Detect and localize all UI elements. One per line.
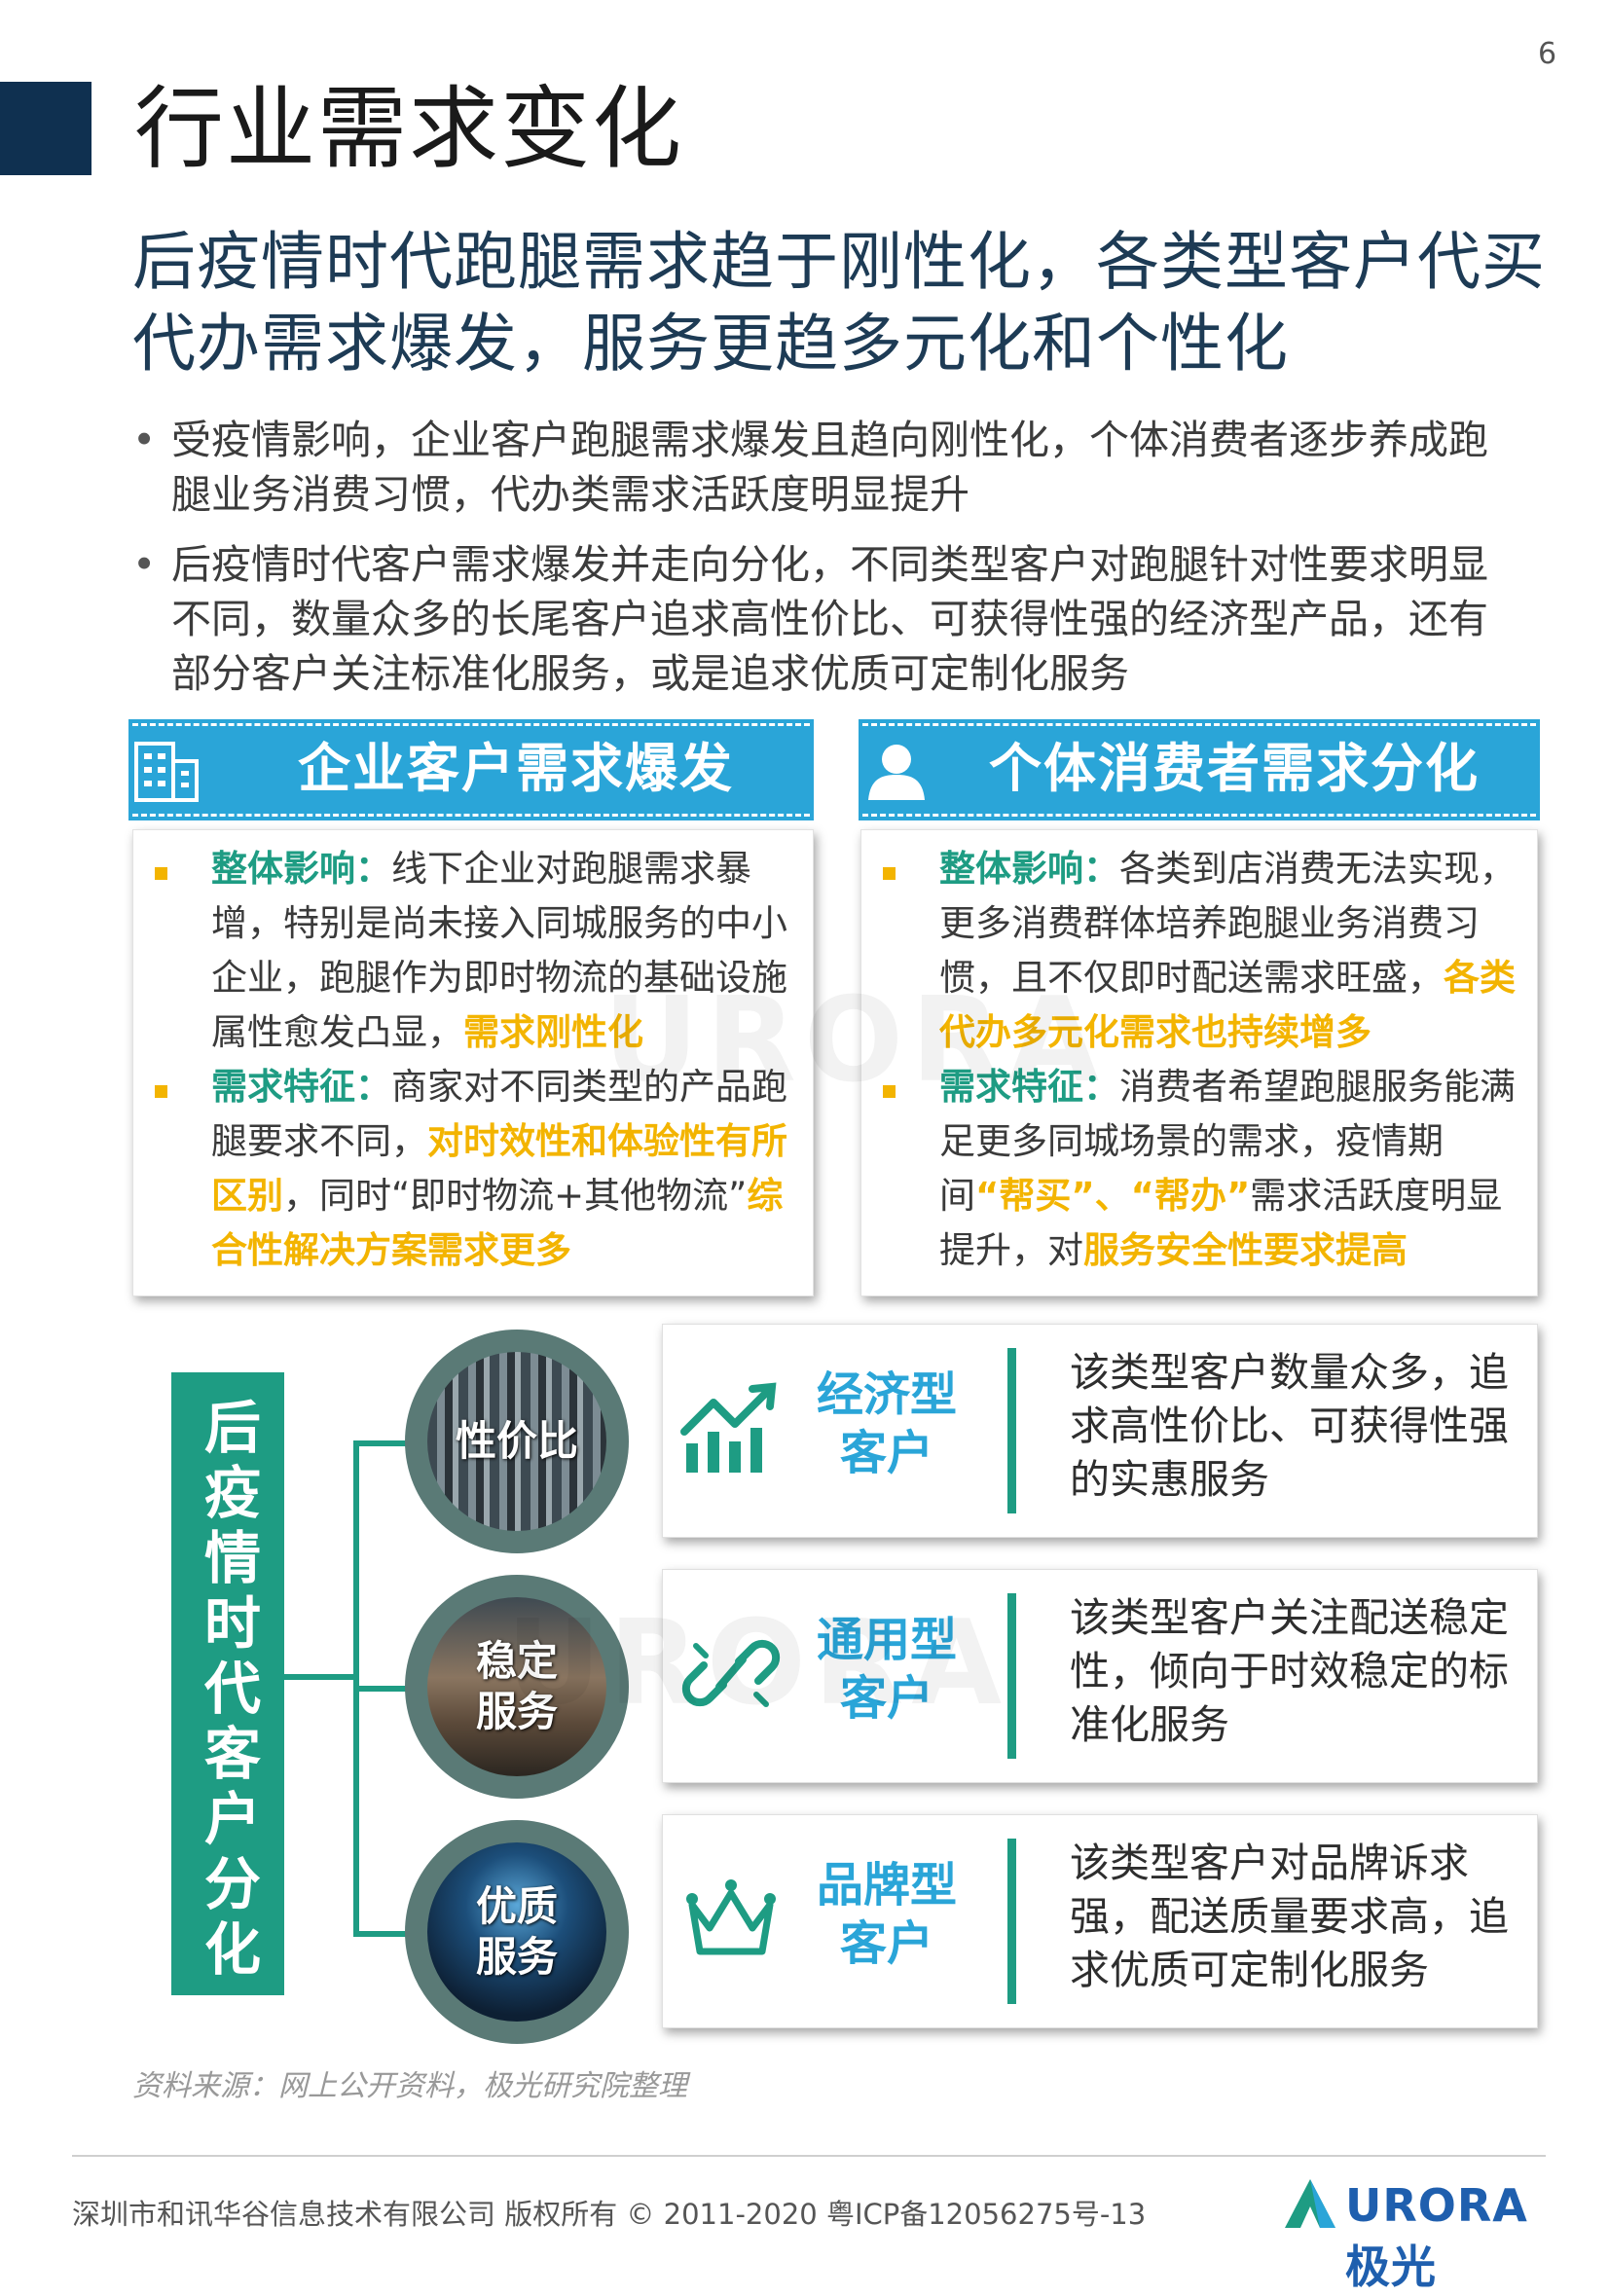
- bullet-square: [155, 867, 167, 880]
- customer-type-name: 品牌型 客户: [816, 1858, 957, 1971]
- bullet-item: 受疫情影响，企业客户跑腿需求爆发且趋向刚性化，个体消费者逐步养成跑腿业务消费习惯…: [127, 413, 1518, 522]
- bullet-square: [883, 867, 896, 880]
- circle-label: 服务: [475, 1933, 558, 1981]
- circle-label: 优质: [475, 1882, 558, 1930]
- title-accent-bar: [0, 82, 91, 175]
- page-title: 行业需求变化: [134, 77, 684, 181]
- overall-impact-label: 整体影响：: [939, 848, 1119, 890]
- watermark: URORA: [506, 1596, 1010, 1731]
- individual-section-title: 个体消费者需求分化: [989, 738, 1480, 799]
- overall-impact-label: 整体影响：: [211, 848, 391, 890]
- footer-divider: [72, 2155, 1546, 2157]
- source-note: 资料来源：网上公开资料，极光研究院整理: [132, 2069, 687, 2103]
- economy-customer-card: 经济型 客户 该类型客户数量众多，追求高性价比、可获得性强的实惠服务: [662, 1324, 1538, 1538]
- building-icon: [134, 742, 199, 802]
- product-shelf-image: 性价比: [427, 1352, 606, 1531]
- footer-copyright: 深圳市和讯华谷信息技术有限公司 版权所有 © 2011-2020 粤ICP备12…: [72, 2198, 1147, 2231]
- customer-type-description: 该类型客户对品牌诉求强，配送质量要求高，追求优质可定制化服务: [1070, 1840, 1509, 1993]
- headline: 后疫情时代跑腿需求趋于刚性化，各类型客户代买代办需求爆发，服务更趋多元化和个性化: [132, 226, 1547, 381]
- brand-logo: URORA极光: [1281, 2175, 1544, 2293]
- customer-type-name: 经济型 客户: [816, 1367, 957, 1480]
- customer-type-description: 该类型客户数量众多，追求高性价比、可获得性强的实惠服务: [1070, 1349, 1509, 1503]
- demand-feature-highlight: “帮买”、“帮办”: [975, 1175, 1251, 1217]
- customer-type-description: 该类型客户关注配送稳定性，倾向于时效稳定的标准化服务: [1070, 1594, 1509, 1748]
- demand-feature-label: 需求特征：: [211, 1066, 391, 1108]
- crown-icon: [686, 1879, 776, 1955]
- divider-bar: [1007, 1348, 1016, 1513]
- connector-line: [353, 1440, 408, 1446]
- bullet-square: [155, 1085, 167, 1098]
- demand-feature-highlight: 服务安全性要求提高: [1083, 1229, 1408, 1271]
- segment-vertical-label: 后疫情时代客户分化: [171, 1372, 284, 1995]
- watermark: URORA: [603, 973, 1108, 1109]
- demand-feature-text: ，同时“即时物流+其他物流”: [283, 1175, 748, 1217]
- aurora-logo-icon: [1285, 2179, 1335, 2228]
- bullet-list: 受疫情影响，企业客户跑腿需求爆发且趋向刚性化，个体消费者逐步养成跑腿业务消费习惯…: [127, 413, 1518, 716]
- value-circle: 性价比: [405, 1330, 629, 1553]
- vertical-label-text: 后疫情时代客户分化: [195, 1397, 261, 1985]
- individual-section-header: 个体消费者需求分化: [859, 719, 1540, 820]
- enterprise-section-title: 企业客户需求爆发: [298, 738, 734, 799]
- page-number: 6: [1538, 37, 1557, 71]
- brand-name: URORA极光: [1345, 2179, 1528, 2293]
- quality-circle: 优质 服务: [405, 1820, 629, 2044]
- person-icon: [868, 745, 925, 800]
- bar-chart-trend-icon: [680, 1382, 777, 1473]
- bullet-item: 后疫情时代客户需求爆发并走向分化，不同类型客户对跑腿针对性要求明显不同，数量众多…: [127, 537, 1518, 701]
- divider-bar: [1007, 1839, 1016, 2004]
- concert-image: 优质 服务: [427, 1842, 606, 2022]
- enterprise-section-header: 企业客户需求爆发: [128, 719, 814, 820]
- connector-line: [284, 1674, 356, 1680]
- connector-line: [353, 1686, 408, 1692]
- connector-line: [353, 1931, 408, 1937]
- brand-customer-card: 品牌型 客户 该类型客户对品牌诉求强，配送质量要求高，追求优质可定制化服务: [662, 1814, 1538, 2028]
- circle-label: 性价比: [455, 1417, 578, 1465]
